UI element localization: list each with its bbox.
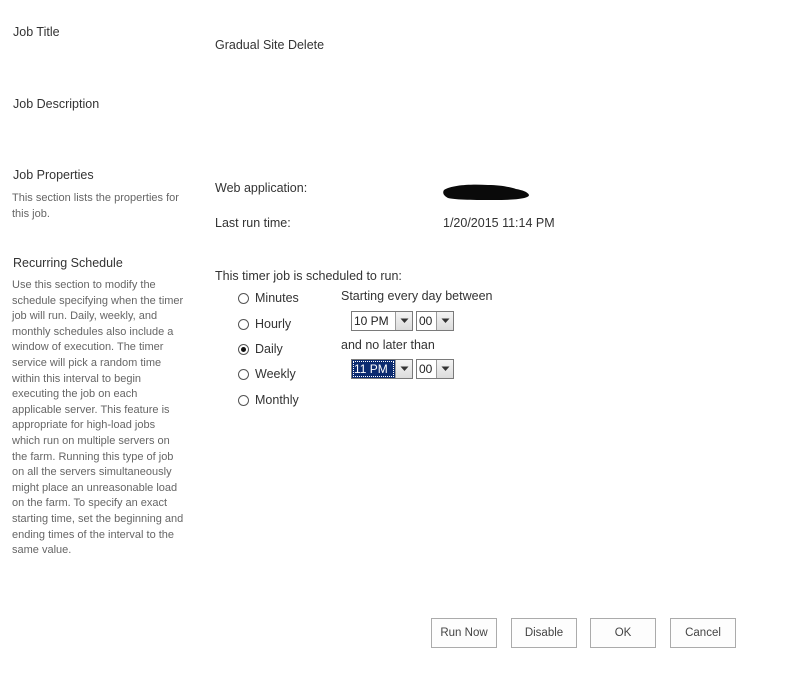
disable-button[interactable]: Disable	[511, 618, 577, 648]
start-hour-value: 10 PM	[354, 314, 389, 328]
recurring-schedule-heading: Recurring Schedule	[13, 256, 123, 270]
job-description-heading: Job Description	[13, 97, 100, 111]
radio-hourly-indicator[interactable]	[238, 318, 249, 330]
job-properties-heading: Job Properties	[13, 168, 94, 182]
job-properties-description: This section lists the properties for th…	[12, 192, 179, 220]
radio-monthly-indicator[interactable]	[238, 394, 249, 406]
schedule-intro-label: This timer job is scheduled to run:	[215, 269, 402, 283]
redacted-web-application-value	[443, 184, 529, 200]
last-run-time-label: Last run time:	[215, 216, 291, 230]
radio-minutes-indicator[interactable]	[238, 292, 249, 304]
radio-monthly-label: Monthly	[255, 393, 299, 407]
chevron-down-icon[interactable]	[395, 360, 412, 378]
start-hour-select[interactable]: 10 PM	[351, 311, 413, 331]
radio-weekly-indicator[interactable]	[238, 368, 249, 380]
recurring-schedule-description: Use this section to modify the schedule …	[12, 279, 184, 557]
start-minute-value: 00	[419, 314, 433, 328]
radio-hourly-label: Hourly	[255, 317, 292, 331]
radio-daily-indicator[interactable]	[238, 343, 249, 355]
starting-between-label: Starting every day between	[341, 289, 493, 303]
radio-weekly[interactable]: Weekly	[238, 366, 296, 382]
job-title-heading: Job Title	[13, 25, 60, 39]
ok-button[interactable]: OK	[590, 618, 656, 648]
radio-minutes[interactable]: Minutes	[238, 290, 299, 306]
job-title-value: Gradual Site Delete	[215, 38, 325, 52]
end-hour-select[interactable]: 11 PM	[351, 359, 413, 379]
chevron-down-icon[interactable]	[436, 312, 453, 330]
start-minute-select[interactable]: 00	[416, 311, 454, 331]
no-later-than-label: and no later than	[341, 338, 435, 352]
end-minute-select[interactable]: 00	[416, 359, 454, 379]
radio-daily-label: Daily	[255, 342, 283, 356]
radio-monthly[interactable]: Monthly	[238, 392, 299, 408]
chevron-down-icon[interactable]	[436, 360, 453, 378]
radio-minutes-label: Minutes	[255, 291, 299, 305]
chevron-down-icon[interactable]	[395, 312, 412, 330]
cancel-button[interactable]: Cancel	[670, 618, 736, 648]
end-minute-value: 00	[419, 362, 433, 376]
end-hour-value: 11 PM	[352, 360, 395, 378]
web-application-label: Web application:	[215, 181, 308, 195]
radio-daily[interactable]: Daily	[238, 341, 283, 357]
last-run-time-value: 1/20/2015 11:14 PM	[443, 216, 555, 230]
radio-hourly[interactable]: Hourly	[238, 316, 291, 332]
run-now-button[interactable]: Run Now	[431, 618, 497, 648]
radio-weekly-label: Weekly	[255, 367, 296, 381]
